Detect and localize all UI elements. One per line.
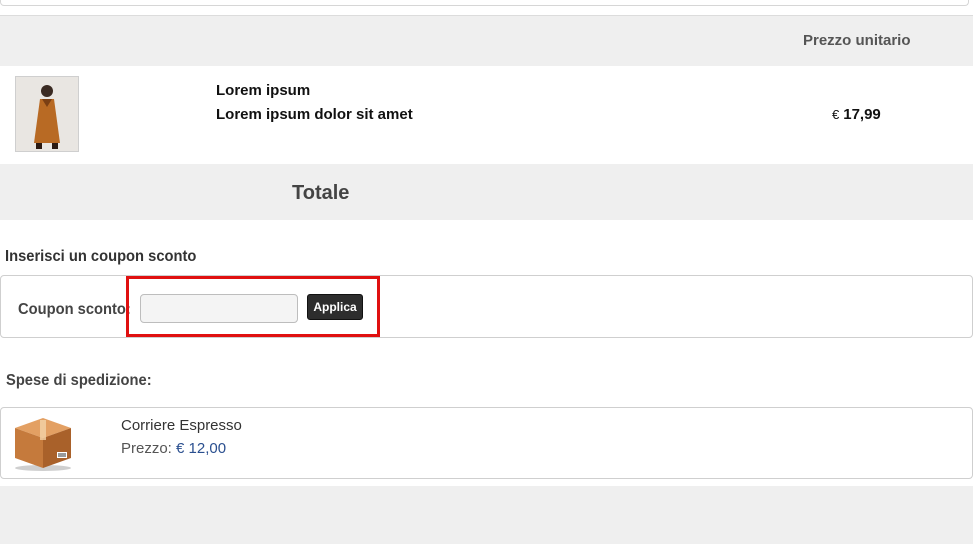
- coupon-panel: Coupon sconto: Applica: [0, 275, 973, 338]
- shipping-price-value: € 12,00: [176, 440, 227, 457]
- bottom-panel: [0, 486, 973, 544]
- unit-price-header: Prezzo unitario: [803, 32, 911, 49]
- unit-price: €17,99: [832, 106, 881, 123]
- coupon-label: Coupon sconto:: [18, 301, 131, 318]
- shipping-price-label: Prezzo:: [121, 440, 172, 457]
- shipping-method-name: Corriere Espresso: [121, 417, 242, 434]
- product-image: [16, 77, 78, 151]
- total-label: Totale: [292, 182, 350, 204]
- product-name[interactable]: Lorem ipsum: [216, 82, 310, 99]
- coupon-input[interactable]: [140, 294, 298, 323]
- cart-table-header: Prezzo unitario: [0, 15, 973, 67]
- currency-symbol: €: [832, 107, 840, 122]
- shipping-price: Prezzo: € 12,00: [121, 440, 226, 457]
- unit-price-value: 17,99: [843, 106, 881, 123]
- apply-coupon-button[interactable]: Applica: [307, 294, 363, 320]
- product-thumbnail[interactable]: [15, 76, 79, 152]
- shipping-option[interactable]: Corriere Espresso Prezzo: € 12,00: [0, 407, 973, 479]
- package-box-icon: [11, 412, 75, 472]
- product-description: Lorem ipsum dolor sit amet: [216, 106, 413, 123]
- shipping-section-title: Spese di spedizione:: [6, 372, 152, 389]
- total-row: Totale: [0, 164, 973, 220]
- cart-product-row: Lorem ipsum Lorem ipsum dolor sit amet €…: [0, 66, 973, 163]
- previous-panel-edge: [0, 0, 969, 6]
- coupon-section-title: Inserisci un coupon sconto: [5, 248, 197, 265]
